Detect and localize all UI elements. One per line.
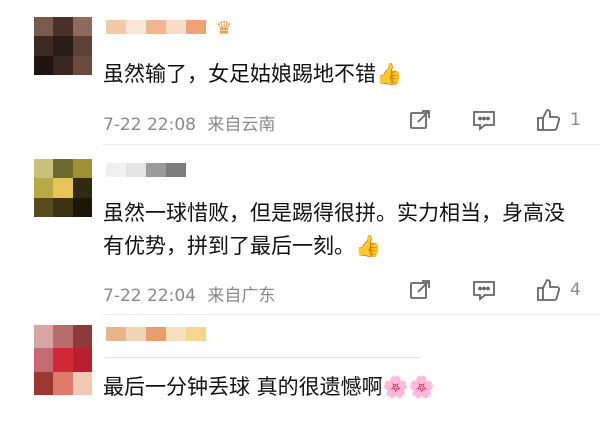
comment-actions: 4 xyxy=(404,276,581,304)
avatar-pixel xyxy=(72,159,92,179)
avatar-pixel xyxy=(53,197,73,217)
avatar-pixel xyxy=(72,55,92,75)
comment-item: 最后一分钟丢球 真的很遗憾啊🌸🌸 xyxy=(0,315,600,426)
avatar-pixel xyxy=(34,348,54,372)
avatar-pixel xyxy=(34,325,54,349)
comment-item: 虽然一球惜败，但是踢得很拼。实力相当，身高没有优势，拼到了最后一刻。👍 7-22… xyxy=(0,145,600,315)
avatar-pixel xyxy=(53,17,73,37)
avatar-pixel xyxy=(34,178,54,198)
name-underline xyxy=(106,357,420,358)
username-blurred[interactable] xyxy=(106,163,186,177)
comment-text: 虽然输了，女足姑娘踢地不错👍 xyxy=(103,62,403,86)
avatar-pixel xyxy=(34,371,54,395)
avatar-pixel xyxy=(53,325,73,349)
name-pixel xyxy=(166,327,186,341)
avatar-pixel xyxy=(53,159,73,179)
name-pixel xyxy=(126,20,146,34)
avatar-pixel xyxy=(72,371,92,395)
like-icon[interactable] xyxy=(532,106,564,134)
avatar-pixel xyxy=(72,17,92,37)
name-pixel xyxy=(166,163,186,177)
name-pixel xyxy=(146,20,166,34)
name-pixel xyxy=(106,20,126,34)
name-pixel xyxy=(146,327,166,341)
username-blurred[interactable] xyxy=(106,327,206,341)
avatar-pixel xyxy=(34,55,54,75)
name-pixel xyxy=(126,327,146,341)
avatar-pixel xyxy=(34,17,54,37)
name-pixel xyxy=(106,327,126,341)
avatar-pixel xyxy=(53,348,73,372)
like-icon[interactable] xyxy=(532,276,564,304)
name-pixel xyxy=(146,163,166,177)
share-icon[interactable] xyxy=(404,276,436,304)
comment-time: 7-22 22:08 xyxy=(103,115,196,135)
username-blurred[interactable] xyxy=(106,20,206,34)
avatar-pixel xyxy=(72,178,92,198)
avatar-pixel xyxy=(53,178,73,198)
avatar-pixel xyxy=(53,55,73,75)
avatar-pixel xyxy=(72,36,92,56)
name-pixel xyxy=(166,20,186,34)
badge-icon: ♛ xyxy=(216,18,233,39)
avatar-pixel xyxy=(34,159,54,179)
comment-location: 来自广东 xyxy=(207,286,276,306)
avatar-pixel xyxy=(72,348,92,372)
comment-icon[interactable] xyxy=(468,276,500,304)
name-pixel xyxy=(186,20,206,34)
share-icon[interactable] xyxy=(404,106,436,134)
comment-meta: 7-22 22:08 来自云南 xyxy=(103,110,275,135)
comment-time: 7-22 22:04 xyxy=(103,286,196,306)
comment-location: 来自云南 xyxy=(207,115,276,135)
name-pixel xyxy=(126,163,146,177)
avatar[interactable] xyxy=(34,17,92,75)
comment-actions: 1 xyxy=(404,106,581,134)
comment-item: ♛ 虽然输了，女足姑娘踢地不错👍 7-22 22:08 来自云南 1 xyxy=(0,0,600,145)
comment-meta: 7-22 22:04 来自广东 xyxy=(103,281,275,306)
avatar-pixel xyxy=(72,325,92,349)
name-pixel xyxy=(186,327,206,341)
avatar[interactable] xyxy=(34,325,92,395)
avatar-pixel xyxy=(53,36,73,56)
name-pixel xyxy=(106,163,126,177)
comment-text: 最后一分钟丢球 真的很遗憾啊🌸🌸 xyxy=(103,375,435,399)
avatar-pixel xyxy=(34,36,54,56)
like-count: 4 xyxy=(570,280,581,300)
avatar[interactable] xyxy=(34,159,92,217)
like-count: 1 xyxy=(570,110,581,130)
avatar-pixel xyxy=(34,197,54,217)
comment-icon[interactable] xyxy=(468,106,500,134)
avatar-pixel xyxy=(53,371,73,395)
avatar-pixel xyxy=(72,197,92,217)
comment-text: 虽然一球惜败，但是踢得很拼。实力相当，身高没有优势，拼到了最后一刻。👍 xyxy=(103,201,565,258)
